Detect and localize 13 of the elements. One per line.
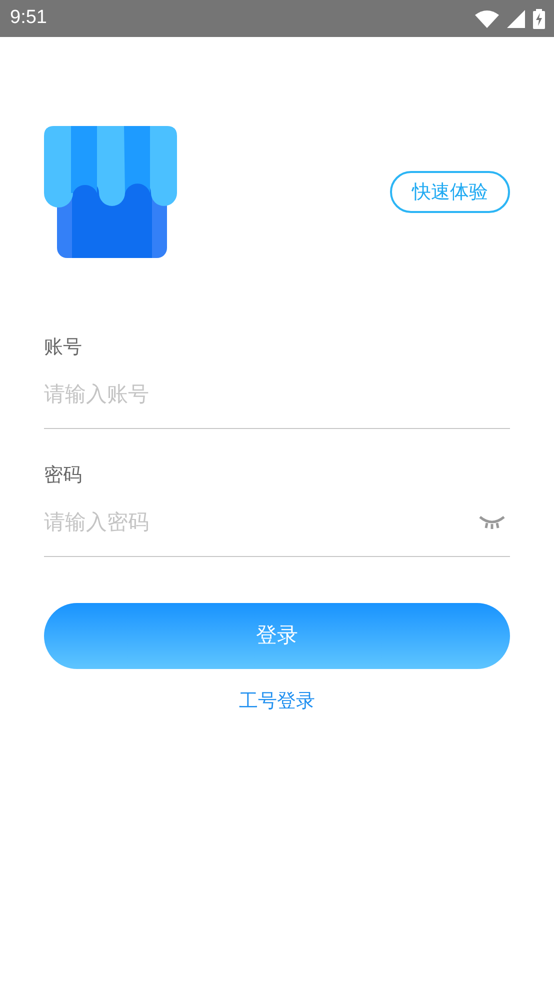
password-label: 密码 [44, 463, 83, 487]
account-field[interactable]: 请输入账号 [44, 359, 510, 429]
quick-try-button[interactable]: 快速体验 [390, 171, 510, 213]
account-label: 账号 [44, 335, 83, 359]
login-button[interactable]: 登录 [44, 603, 510, 669]
employee-login-link[interactable]: 工号登录 [239, 687, 315, 716]
status-time: 9:51 [10, 6, 47, 30]
password-field[interactable]: 请输入密码 [44, 486, 478, 556]
wifi-icon [475, 10, 499, 28]
eye-closed-icon[interactable] [478, 514, 506, 528]
signal-icon [507, 10, 525, 28]
battery-icon [533, 8, 545, 28]
shop-logo-icon [44, 126, 177, 258]
